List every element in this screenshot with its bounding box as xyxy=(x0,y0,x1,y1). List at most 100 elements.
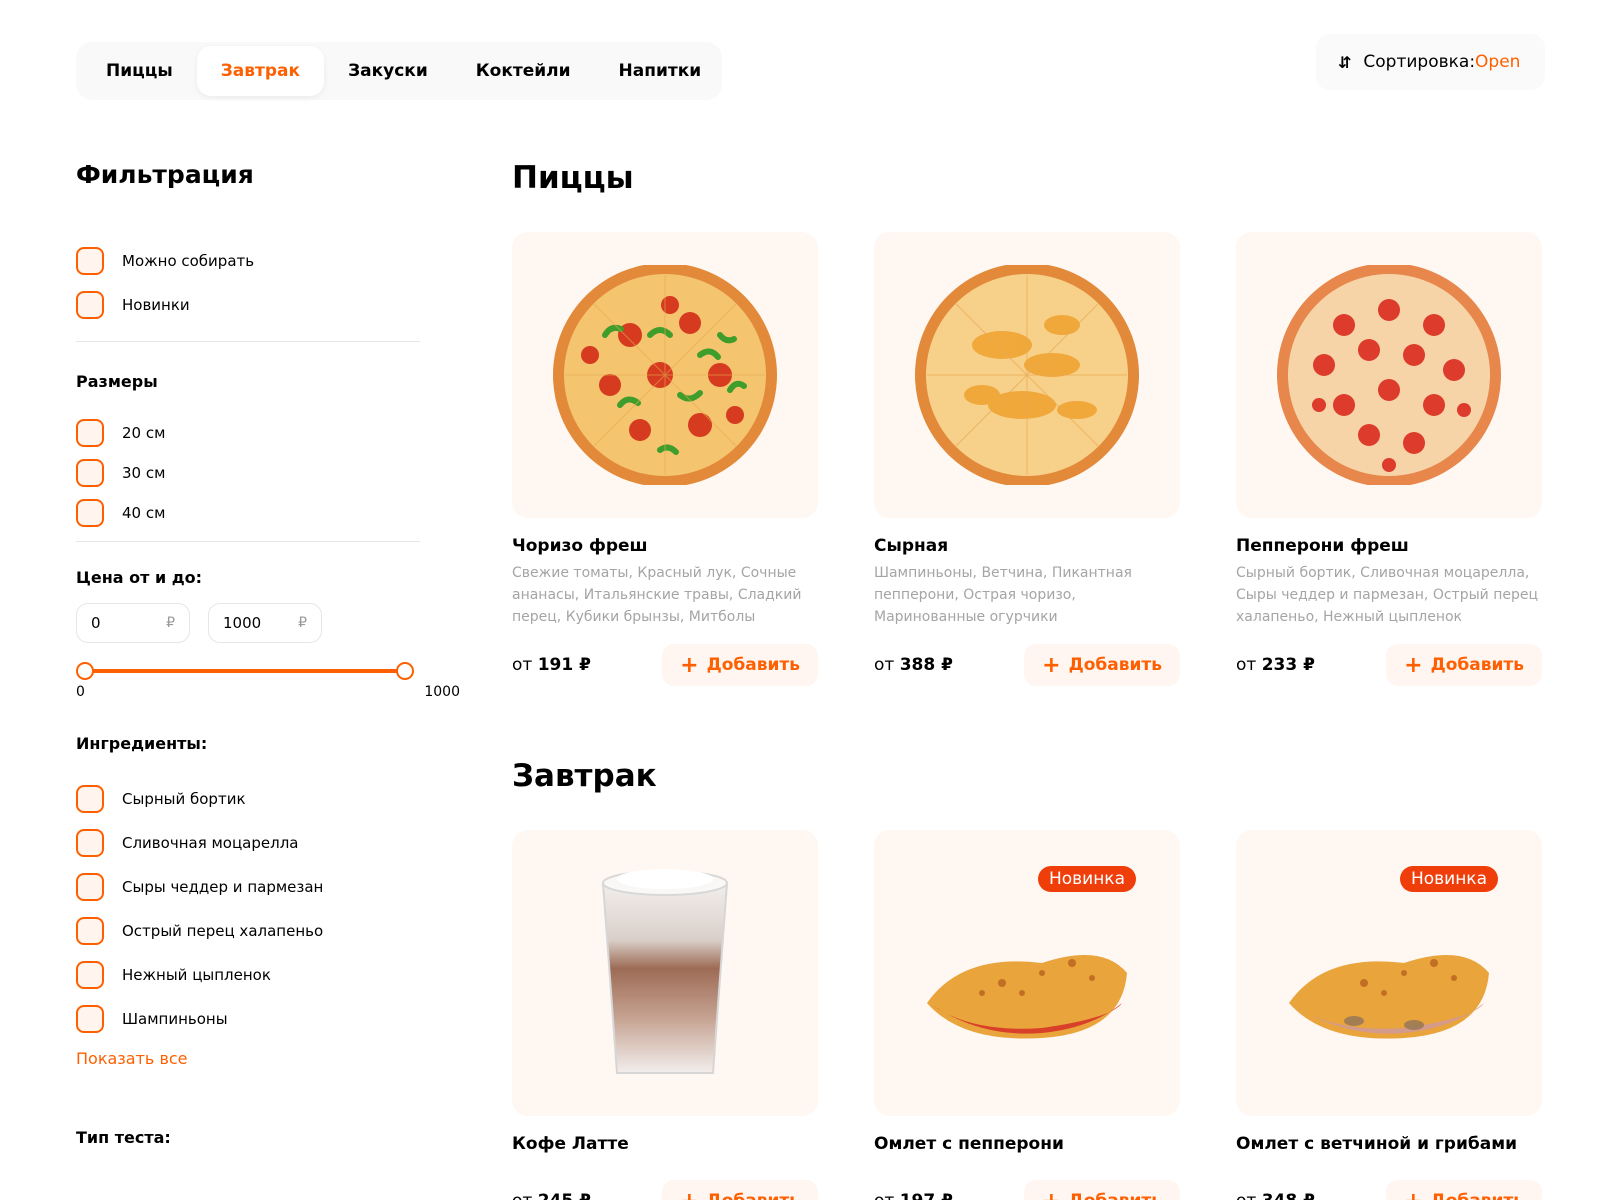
tab-drinks[interactable]: Напитки xyxy=(595,46,726,96)
product-name: Чоризо фреш xyxy=(512,536,648,556)
ingredient-option[interactable]: Сырный бортик xyxy=(76,785,476,813)
product-image-omelette-ham[interactable]: Новинка xyxy=(1236,830,1542,1116)
checkbox[interactable] xyxy=(76,1005,104,1033)
price-prefix: от xyxy=(874,655,895,675)
filter-option-new[interactable]: Новинки xyxy=(76,291,476,319)
ingredient-option[interactable]: Сыры чеддер и пармезан xyxy=(76,873,476,901)
price-range-slider[interactable] xyxy=(76,661,414,681)
checkbox[interactable] xyxy=(76,459,104,487)
range-labels: 0 1000 xyxy=(76,684,460,700)
tab-cocktails[interactable]: Коктейли xyxy=(452,46,595,96)
add-label: Добавить xyxy=(1431,1191,1524,1200)
filters-title: Фильтрация xyxy=(76,160,254,189)
checkbox[interactable] xyxy=(76,499,104,527)
dough-type-title: Тип теста: xyxy=(76,1128,171,1147)
ingredient-label: Сливочная моцарелла xyxy=(122,834,299,852)
product-image-latte[interactable] xyxy=(512,830,818,1116)
add-button[interactable]: + Добавить xyxy=(1386,644,1542,686)
omelette-icon xyxy=(927,955,1127,1039)
currency-symbol: ₽ xyxy=(298,615,307,631)
ingredient-option[interactable]: Нежный цыпленок xyxy=(76,961,476,989)
filter-option-buildable[interactable]: Можно собирать xyxy=(76,247,476,275)
add-label: Добавить xyxy=(1430,655,1524,675)
checkbox[interactable] xyxy=(76,917,104,945)
plus-icon: + xyxy=(1042,652,1061,678)
ingredient-label: Сырный бортик xyxy=(122,790,246,808)
divider xyxy=(76,541,420,542)
sort-button[interactable]: ⇵ Сортировка: Open xyxy=(1316,34,1545,90)
price-value: 197 ₽ xyxy=(900,1191,953,1200)
slider-track xyxy=(84,669,406,673)
size-option-30[interactable]: 30 см xyxy=(76,459,476,487)
product-name: Омлет с пепперони xyxy=(874,1134,1064,1154)
omelette-icon xyxy=(1289,955,1489,1039)
checkbox[interactable] xyxy=(76,873,104,901)
price-value: 348 ₽ xyxy=(1262,1191,1315,1200)
checkbox[interactable] xyxy=(76,961,104,989)
plus-icon: + xyxy=(680,1189,698,1200)
plus-icon: + xyxy=(1042,1189,1060,1200)
checkbox[interactable] xyxy=(76,291,104,319)
pizza-cheese-icon xyxy=(915,265,1139,485)
sort-label: Сортировка: xyxy=(1363,52,1476,72)
add-label: Добавить xyxy=(1068,655,1162,675)
price-prefix: от xyxy=(512,1191,532,1200)
product-card: Кофе Латте от 245 ₽ + Добавить xyxy=(512,830,818,1200)
product-price: от 197 ₽ xyxy=(874,1191,953,1200)
checkbox[interactable] xyxy=(76,785,104,813)
price-title: Цена от и до: xyxy=(76,568,203,587)
product-name: Кофе Латте xyxy=(512,1134,629,1154)
product-name: Пепперони фреш xyxy=(1236,536,1409,556)
category-tabs: Пиццы Завтрак Закуски Коктейли Напитки xyxy=(76,42,722,100)
checkbox[interactable] xyxy=(76,829,104,857)
checkbox[interactable] xyxy=(76,247,104,275)
filter-option-label: Можно собирать xyxy=(122,252,255,270)
slider-max-handle[interactable] xyxy=(396,662,414,680)
ingredient-option[interactable]: Сливочная моцарелла xyxy=(76,829,476,857)
section-title-breakfast: Завтрак xyxy=(512,758,657,794)
add-button[interactable]: + Добавить xyxy=(1024,1180,1180,1200)
add-button[interactable]: + Добавить xyxy=(662,1180,818,1200)
add-button[interactable]: + Добавить xyxy=(1024,644,1180,686)
size-option-40[interactable]: 40 см xyxy=(76,499,476,527)
plus-icon: + xyxy=(1404,1189,1422,1200)
section-title-pizzas: Пиццы xyxy=(512,160,634,196)
product-image-omelette-pepperoni[interactable]: Новинка xyxy=(874,830,1180,1116)
price-to-input[interactable]: 1000 ₽ xyxy=(208,603,322,643)
price-prefix: от xyxy=(1236,1191,1256,1200)
sort-value[interactable]: Open xyxy=(1475,52,1520,72)
tab-pizzas[interactable]: Пиццы xyxy=(82,46,197,96)
size-option-label: 20 см xyxy=(122,424,166,442)
ingredient-option[interactable]: Острый перец халапеньо xyxy=(76,917,476,945)
product-image-pizza-chorizo[interactable] xyxy=(512,232,818,518)
add-label: Добавить xyxy=(1069,1191,1162,1200)
price-from-input[interactable]: 0 ₽ xyxy=(76,603,190,643)
price-to-value: 1000 xyxy=(223,614,262,632)
new-badge: Новинка xyxy=(1399,866,1498,892)
product-card: Пепперони фреш Сырный бортик, Сливочная … xyxy=(1236,232,1542,686)
add-button[interactable]: + Добавить xyxy=(662,644,818,686)
size-option-label: 40 см xyxy=(122,504,166,522)
size-option-20[interactable]: 20 см xyxy=(76,419,476,447)
price-from-value: 0 xyxy=(91,614,101,632)
tab-breakfast[interactable]: Завтрак xyxy=(196,46,325,96)
new-badge: Новинка xyxy=(1037,866,1136,892)
price-prefix: от xyxy=(512,655,533,675)
ingredient-label: Нежный цыпленок xyxy=(122,966,271,984)
ingredient-option[interactable]: Шампиньоны xyxy=(76,1005,476,1033)
checkbox[interactable] xyxy=(76,419,104,447)
product-image-pizza-cheese[interactable] xyxy=(874,232,1180,518)
product-name: Омлет с ветчиной и грибами xyxy=(1236,1134,1518,1154)
price-value: 233 ₽ xyxy=(1261,655,1315,675)
slider-min-handle[interactable] xyxy=(76,662,94,680)
size-option-label: 30 см xyxy=(122,464,166,482)
plus-icon: + xyxy=(680,652,699,678)
show-all-link[interactable]: Показать все xyxy=(76,1049,476,1068)
tab-snacks[interactable]: Закуски xyxy=(324,46,452,96)
product-description: Шампиньоны, Ветчина, Пикантная пепперони… xyxy=(874,565,1132,625)
product-image-pizza-pepperoni[interactable] xyxy=(1236,232,1542,518)
filters-sidebar: Фильтрация Можно собирать Новинки Размер… xyxy=(76,160,476,1147)
product-description: Сырный бортик, Сливочная моцарелла, Сыры… xyxy=(1236,565,1538,625)
ingredient-label: Сыры чеддер и пармезан xyxy=(122,878,324,896)
add-button[interactable]: + Добавить xyxy=(1386,1180,1542,1200)
